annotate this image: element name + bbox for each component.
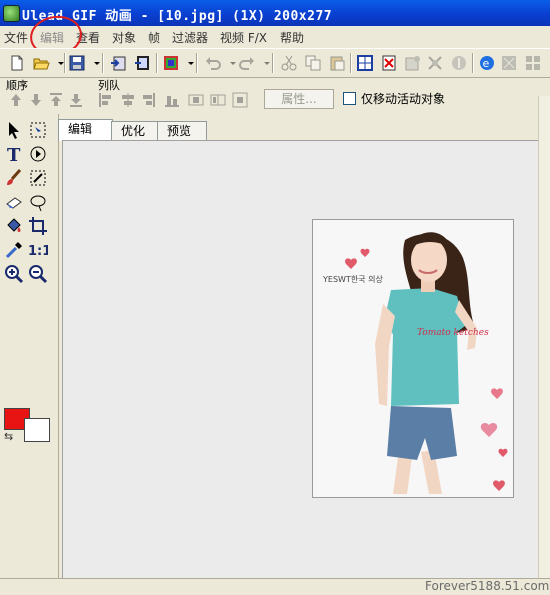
add-image-icon[interactable] <box>110 54 128 72</box>
open-folder-icon[interactable] <box>32 54 50 72</box>
save-icon[interactable] <box>68 54 86 72</box>
redo-dropdown-icon[interactable] <box>258 54 270 72</box>
menu-filter[interactable]: 过滤器 <box>172 29 208 46</box>
view-tabs: 编辑 优化 预览 <box>58 118 550 141</box>
actual-size-button[interactable]: 1:1 <box>28 240 48 260</box>
woman-photo: Tomato ketches YESWT한국 의상 <box>313 220 513 497</box>
eyedropper-tool-icon[interactable] <box>4 240 24 260</box>
properties-button[interactable]: 属性... <box>264 89 334 109</box>
image-frame[interactable]: Tomato ketches YESWT한국 의상 <box>312 219 514 498</box>
menu-file[interactable]: 文件 <box>4 29 28 46</box>
distribute-vertical-icon[interactable] <box>210 92 226 108</box>
background-color-swatch[interactable] <box>24 418 50 442</box>
paintbrush-tool-icon[interactable] <box>4 168 24 188</box>
object-manager-icon[interactable] <box>450 54 468 72</box>
ellipse-selection-tool-icon[interactable] <box>28 192 48 212</box>
svg-text:1:1: 1:1 <box>28 244 48 259</box>
delete-frame-icon[interactable] <box>380 54 398 72</box>
app-icon[interactable] <box>3 5 20 22</box>
center-canvas-icon[interactable] <box>232 92 248 108</box>
tab-preview[interactable]: 预览 <box>157 121 207 140</box>
eraser-tool-icon[interactable] <box>4 192 24 212</box>
add-video-icon[interactable] <box>134 54 152 72</box>
text-tool-icon[interactable]: T <box>4 144 24 164</box>
vertical-scrollbar[interactable] <box>538 96 550 580</box>
order-label: 顺序 <box>6 79 28 92</box>
editor-dropdown-icon[interactable] <box>182 54 194 72</box>
move-up-icon[interactable] <box>8 92 24 108</box>
menu-video-fx[interactable]: 视频 F/X <box>220 29 267 46</box>
svg-text:YESWT한국 의상: YESWT한국 의상 <box>322 274 383 284</box>
optimize-icon[interactable] <box>524 54 542 72</box>
bring-to-front-icon[interactable] <box>48 92 64 108</box>
align-center-icon[interactable] <box>120 92 136 108</box>
crop-tool-icon[interactable] <box>28 216 48 236</box>
align-bottom-icon[interactable] <box>164 92 180 108</box>
tab-optimize[interactable]: 优化 <box>111 121 158 140</box>
save-dropdown-icon[interactable] <box>88 54 100 72</box>
tween-icon[interactable] <box>426 54 444 72</box>
menu-bar: 文件 编辑 查看 对象 帧 过滤器 视频 F/X 帮助 <box>0 26 550 46</box>
move-active-only-checkbox[interactable] <box>343 92 356 105</box>
frame-properties-icon[interactable] <box>404 54 422 72</box>
distribute-horizontal-icon[interactable] <box>188 92 204 108</box>
svg-text:Tomato ketches: Tomato ketches <box>417 328 489 338</box>
menu-object[interactable]: 对象 <box>112 29 136 46</box>
magic-wand-tool-icon[interactable] <box>28 168 48 188</box>
marquee-tool-icon[interactable] <box>28 120 48 140</box>
watermark-text: Forever5188.51.com <box>425 579 550 593</box>
cut-icon[interactable] <box>280 54 298 72</box>
svg-text:T: T <box>7 145 21 164</box>
menu-frame[interactable]: 帧 <box>148 29 160 46</box>
move-active-only-label: 仅移动活动对象 <box>361 92 446 106</box>
zoom-in-icon[interactable] <box>4 264 24 284</box>
tool-palette: T 1:1 ⇆ <box>0 114 59 584</box>
queue-label: 列队 <box>98 79 120 92</box>
open-dropdown-icon[interactable] <box>52 54 64 72</box>
copy-icon[interactable] <box>304 54 322 72</box>
send-to-back-icon[interactable] <box>68 92 84 108</box>
redo-icon[interactable] <box>238 54 256 72</box>
main-toolbar: e <box>0 48 550 78</box>
paint-image-editor-icon[interactable] <box>162 54 180 72</box>
align-right-icon[interactable] <box>140 92 156 108</box>
title-bar: Ulead GIF 动画 - [10.jpg] (1X) 200x277 <box>0 0 550 26</box>
undo-icon[interactable] <box>204 54 222 72</box>
export-icon[interactable] <box>500 54 518 72</box>
crop-canvas-icon[interactable] <box>356 54 374 72</box>
align-left-icon[interactable] <box>98 92 114 108</box>
move-down-icon[interactable] <box>28 92 44 108</box>
new-file-icon[interactable] <box>8 54 26 72</box>
menu-help[interactable]: 帮助 <box>280 29 304 46</box>
pick-tool-icon[interactable] <box>4 120 24 140</box>
internet-explorer-icon[interactable]: e <box>478 54 496 72</box>
swap-colors-icon[interactable]: ⇆ <box>4 430 13 443</box>
lasso-tool-icon[interactable] <box>28 144 48 164</box>
svg-text:e: e <box>483 57 490 70</box>
zoom-out-icon[interactable] <box>28 264 48 284</box>
paste-icon[interactable] <box>328 54 346 72</box>
tab-edit[interactable]: 编辑 <box>58 119 113 141</box>
paint-bucket-tool-icon[interactable] <box>4 216 24 236</box>
undo-dropdown-icon[interactable] <box>224 54 236 72</box>
